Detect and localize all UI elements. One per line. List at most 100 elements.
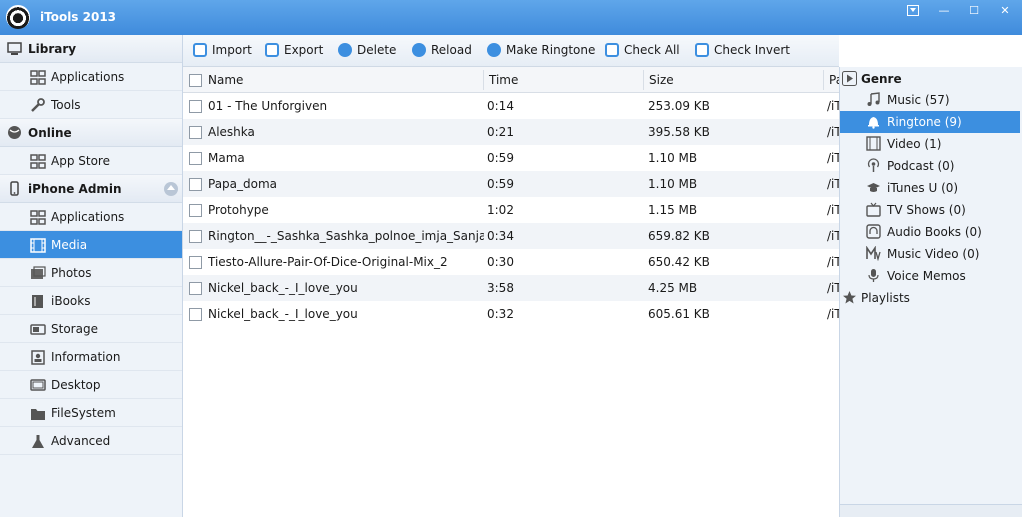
table-row[interactable]: Tiesto-Allure-Pair-Of-Dice-Original-Mix_… bbox=[183, 249, 839, 275]
genre-item-audio-books[interactable]: Audio Books (0) bbox=[840, 221, 1020, 243]
cell-time: 1:02 bbox=[487, 203, 514, 217]
row-checkbox[interactable] bbox=[189, 152, 202, 165]
sidebar-item-filesystem[interactable]: FileSystem bbox=[0, 399, 182, 427]
playlists-item[interactable]: Playlists bbox=[840, 287, 1020, 309]
close-button[interactable]: ✕ bbox=[990, 0, 1020, 22]
genre-panel: Genre Music (57) Ringtone (9) Video (1) … bbox=[839, 67, 1022, 517]
sidebar-section-library[interactable]: Library bbox=[0, 35, 182, 63]
window-menu-button[interactable] bbox=[898, 0, 928, 22]
row-checkbox[interactable] bbox=[189, 204, 202, 217]
sidebar-item-advanced[interactable]: Advanced bbox=[0, 427, 182, 455]
sidebar-item-iphone-applications[interactable]: Applications bbox=[0, 203, 182, 231]
row-checkbox[interactable] bbox=[189, 230, 202, 243]
genre-header[interactable]: Genre bbox=[840, 67, 1022, 89]
collapse-icon[interactable] bbox=[164, 182, 178, 196]
title-bar: iTools 2013 — ☐ ✕ bbox=[0, 0, 1022, 35]
monitor-icon bbox=[7, 42, 22, 55]
genre-item-podcast[interactable]: Podcast (0) bbox=[840, 155, 1020, 177]
genre-item-itunes-u[interactable]: iTunes U (0) bbox=[840, 177, 1020, 199]
table-row[interactable]: Rington__-_Sashka_Sashka_polnoe_imja_San… bbox=[183, 223, 839, 249]
genre-item-label: Ringtone (9) bbox=[887, 115, 962, 129]
column-divider[interactable] bbox=[483, 70, 484, 90]
table-row[interactable]: Protohype 1:02 1.15 MB /iT bbox=[183, 197, 839, 223]
sidebar-item-information[interactable]: Information bbox=[0, 343, 182, 371]
row-checkbox[interactable] bbox=[189, 178, 202, 191]
sidebar-section-online[interactable]: Online bbox=[0, 119, 182, 147]
cell-size: 1.10 MB bbox=[648, 177, 698, 191]
column-header-name[interactable]: Name bbox=[208, 73, 243, 87]
table-row[interactable]: Nickel_back_-_I_love_you 0:32 605.61 KB … bbox=[183, 301, 839, 327]
cell-time: 0:21 bbox=[487, 125, 514, 139]
app-title: iTools 2013 bbox=[40, 10, 117, 24]
column-header-path[interactable]: Pa bbox=[829, 73, 839, 87]
table-row[interactable]: Aleshka 0:21 395.58 KB /iT bbox=[183, 119, 839, 145]
select-all-checkbox[interactable] bbox=[189, 74, 202, 87]
cell-size: 650.42 KB bbox=[648, 255, 710, 269]
genre-item-label: Audio Books (0) bbox=[887, 225, 982, 239]
genre-item-label: TV Shows (0) bbox=[887, 203, 966, 217]
sidebar-item-tools[interactable]: Tools bbox=[0, 91, 182, 119]
flask-icon bbox=[32, 435, 44, 448]
cell-path: /iT bbox=[827, 99, 839, 113]
sidebar-item-label: FileSystem bbox=[51, 406, 116, 420]
bell-icon bbox=[487, 43, 501, 57]
row-checkbox[interactable] bbox=[189, 256, 202, 269]
minimize-button[interactable]: — bbox=[930, 0, 958, 22]
table-header: Name Time Size Pa bbox=[183, 67, 839, 93]
grid-icon bbox=[30, 154, 46, 169]
bell-icon bbox=[868, 117, 879, 129]
table-row[interactable]: Papa_doma 0:59 1.10 MB /iT bbox=[183, 171, 839, 197]
cell-path: /iT bbox=[827, 151, 839, 165]
sidebar-item-media[interactable]: Media bbox=[0, 231, 182, 259]
sidebar-item-desktop[interactable]: Desktop bbox=[0, 371, 182, 399]
sidebar-section-label: Online bbox=[28, 126, 72, 140]
genre-item-ringtone[interactable]: Ringtone (9) bbox=[840, 111, 1020, 133]
column-header-size[interactable]: Size bbox=[649, 73, 674, 87]
sidebar-item-library-applications[interactable]: Applications bbox=[0, 63, 182, 91]
music-note-icon bbox=[867, 92, 880, 106]
reload-icon bbox=[412, 43, 426, 57]
column-divider[interactable] bbox=[823, 70, 824, 90]
sidebar-item-label: iBooks bbox=[51, 294, 91, 308]
cell-path: /iT bbox=[827, 281, 839, 295]
column-header-time[interactable]: Time bbox=[489, 73, 518, 87]
sidebar-item-photos[interactable]: Photos bbox=[0, 259, 182, 287]
cell-path: /iT bbox=[827, 177, 839, 191]
maximize-button[interactable]: ☐ bbox=[960, 0, 988, 22]
sidebar: Library Applications Tools Online App St… bbox=[0, 35, 183, 517]
graduation-cap-icon bbox=[867, 183, 880, 192]
sidebar-item-label: Information bbox=[51, 350, 121, 364]
cell-name: Papa_doma bbox=[208, 177, 278, 191]
genre-item-video[interactable]: Video (1) bbox=[840, 133, 1020, 155]
cell-time: 0:59 bbox=[487, 151, 514, 165]
sidebar-section-label: Library bbox=[28, 42, 77, 56]
cell-name: Tiesto-Allure-Pair-Of-Dice-Original-Mix_… bbox=[208, 255, 448, 269]
sidebar-section-label: iPhone Admin bbox=[28, 182, 122, 196]
sidebar-item-app-store[interactable]: App Store bbox=[0, 147, 182, 175]
row-checkbox[interactable] bbox=[189, 308, 202, 321]
column-divider[interactable] bbox=[643, 70, 644, 90]
genre-item-label: Music (57) bbox=[887, 93, 950, 107]
sidebar-section-iphone-admin[interactable]: iPhone Admin bbox=[0, 175, 182, 203]
row-checkbox[interactable] bbox=[189, 282, 202, 295]
genre-item-voice-memos[interactable]: Voice Memos bbox=[840, 265, 1020, 287]
row-checkbox[interactable] bbox=[189, 100, 202, 113]
wrench-icon bbox=[31, 98, 45, 112]
cell-path: /iT bbox=[827, 255, 839, 269]
phone-icon bbox=[10, 181, 19, 196]
sidebar-item-storage[interactable]: Storage bbox=[0, 315, 182, 343]
table-row[interactable]: 01 - The Unforgiven 0:14 253.09 KB /iT bbox=[183, 93, 839, 119]
row-checkbox[interactable] bbox=[189, 126, 202, 139]
cell-path: /iT bbox=[827, 203, 839, 217]
playlists-label: Playlists bbox=[861, 291, 910, 305]
desktop-icon bbox=[30, 379, 46, 391]
table-row[interactable]: Nickel_back_-_I_love_you 3:58 4.25 MB /i… bbox=[183, 275, 839, 301]
cell-path: /iT bbox=[827, 229, 839, 243]
delete-icon bbox=[338, 43, 352, 57]
genre-item-tv-shows[interactable]: TV Shows (0) bbox=[840, 199, 1020, 221]
sidebar-item-ibooks[interactable]: iBooks bbox=[0, 287, 182, 315]
sidebar-item-label: App Store bbox=[51, 154, 110, 168]
genre-item-music-video[interactable]: Music Video (0) bbox=[840, 243, 1020, 265]
genre-item-music[interactable]: Music (57) bbox=[840, 89, 1020, 111]
table-row[interactable]: Mama 0:59 1.10 MB /iT bbox=[183, 145, 839, 171]
